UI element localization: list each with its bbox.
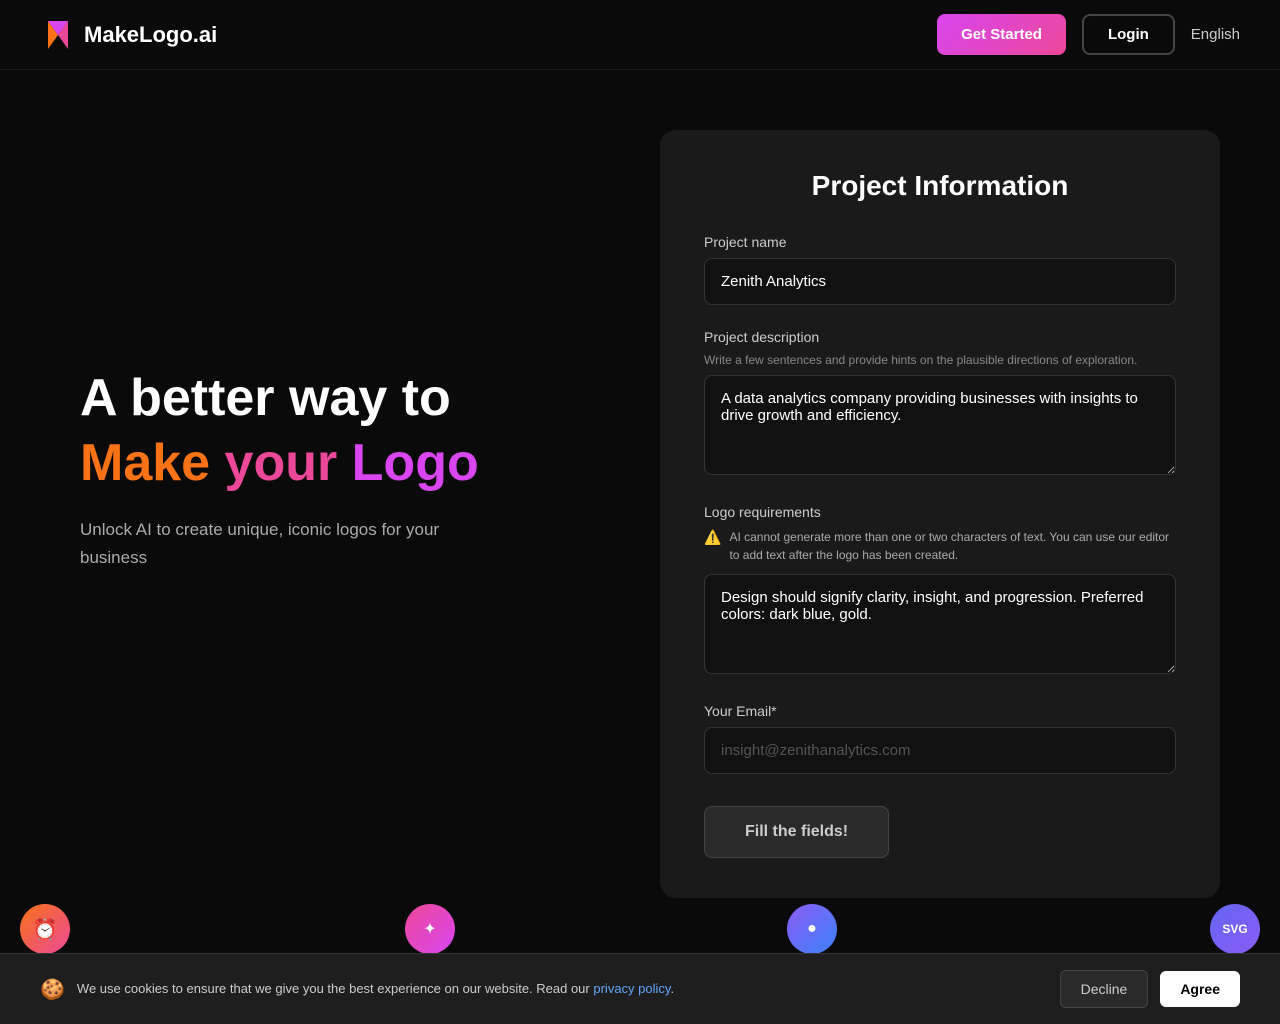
warning-text: AI cannot generate more than one or two … [729, 528, 1176, 564]
login-button[interactable]: Login [1082, 14, 1175, 55]
circle-float-button[interactable]: ● [787, 904, 837, 954]
project-name-group: Project name [704, 234, 1176, 305]
logo[interactable]: MakeLogo.ai [40, 17, 217, 53]
cookie-icon: 🍪 [40, 977, 65, 1002]
warning-icon: ⚠️ [704, 529, 721, 546]
hero-logo-word: Logo [352, 434, 479, 492]
makelogo-icon [40, 17, 76, 53]
email-label: Your Email* [704, 703, 1176, 719]
clock-icon: ⏰ [33, 917, 58, 942]
logo-requirements-group: Logo requirements ⚠️ AI cannot generate … [704, 504, 1176, 679]
logo-text: MakeLogo.ai [84, 22, 217, 48]
svg-float-button[interactable]: SVG [1210, 904, 1260, 954]
hero-line2: Make your Logo [80, 435, 600, 492]
hero-your: your [225, 434, 338, 492]
circle-icon: ● [807, 920, 817, 938]
email-group: Your Email* [704, 703, 1176, 774]
agree-button[interactable]: Agree [1160, 971, 1240, 1007]
form-title: Project Information [704, 170, 1176, 202]
get-started-button[interactable]: Get Started [937, 14, 1066, 55]
hero-section: A better way to Make your Logo Unlock AI… [80, 130, 600, 898]
header-actions: Get Started Login English [937, 14, 1240, 55]
privacy-policy-link[interactable]: privacy policy [593, 981, 670, 996]
cookie-text: We use cookies to ensure that we give yo… [77, 979, 1048, 999]
project-description-textarea[interactable]: A data analytics company providing busin… [704, 375, 1176, 475]
hero-line1: A better way to [80, 370, 600, 427]
hero-make: Make [80, 434, 210, 492]
hero-description: Unlock AI to create unique, iconic logos… [80, 516, 480, 570]
project-description-hint: Write a few sentences and provide hints … [704, 353, 1176, 367]
email-input[interactable] [704, 727, 1176, 774]
project-description-label: Project description [704, 329, 1176, 345]
cookie-buttons: Decline Agree [1060, 970, 1240, 1008]
cookie-banner: 🍪 We use cookies to ensure that we give … [0, 953, 1280, 1024]
language-selector[interactable]: English [1191, 26, 1240, 43]
form-card: Project Information Project name Project… [660, 130, 1220, 898]
star-icon: ✦ [423, 919, 436, 939]
project-name-label: Project name [704, 234, 1176, 250]
clock-float-button[interactable]: ⏰ [20, 904, 70, 954]
project-name-input[interactable] [704, 258, 1176, 305]
warning-box: ⚠️ AI cannot generate more than one or t… [704, 528, 1176, 564]
project-description-group: Project description Write a few sentence… [704, 329, 1176, 480]
logo-requirements-label: Logo requirements [704, 504, 1176, 520]
svg-label: SVG [1222, 923, 1247, 935]
logo-requirements-textarea[interactable]: Design should signify clarity, insight, … [704, 574, 1176, 674]
submit-button[interactable]: Fill the fields! [704, 806, 889, 858]
star-float-button[interactable]: ✦ [405, 904, 455, 954]
decline-button[interactable]: Decline [1060, 970, 1149, 1008]
